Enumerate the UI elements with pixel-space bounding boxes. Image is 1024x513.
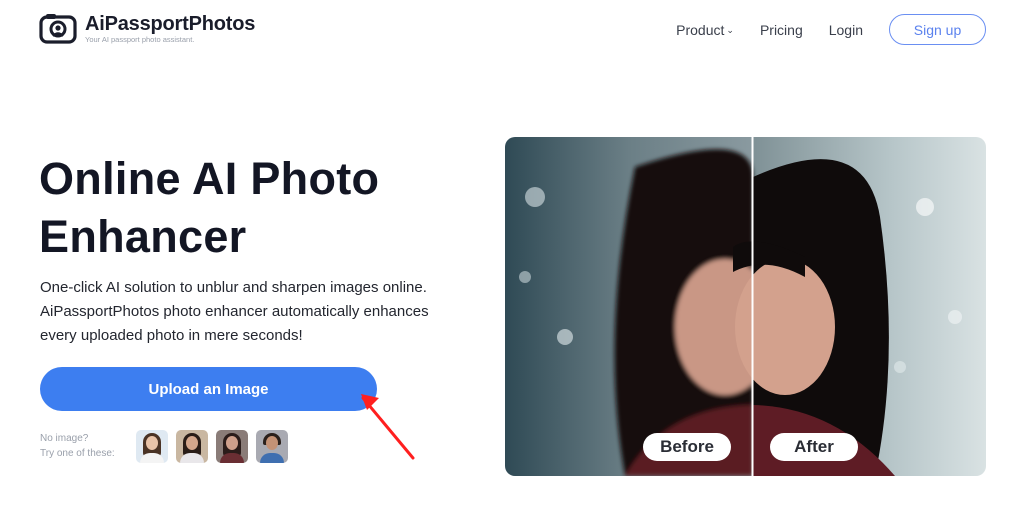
chevron-down-icon: ⌄ — [726, 24, 734, 35]
before-after-comparison[interactable]: Before After — [505, 137, 986, 476]
main-nav: Product ⌄ Pricing Login Sign up — [676, 14, 986, 45]
after-label: After — [770, 433, 858, 461]
sample-images — [136, 430, 296, 463]
sample-thumb-3[interactable] — [216, 430, 248, 463]
annotation-arrow-icon — [361, 394, 415, 460]
page-title: Online AI Photo Enhancer — [39, 150, 379, 266]
title-line-1: Online AI Photo — [39, 153, 380, 204]
samples-label-line-1: No image? — [40, 433, 89, 444]
description-line-2: AiPassportPhotos photo enhancer automati… — [40, 303, 429, 320]
logo-tagline: Your AI passport photo assistant. — [85, 34, 195, 44]
camera-icon — [39, 14, 77, 44]
sample-thumb-1[interactable] — [136, 430, 168, 463]
samples-label: No image? Try one of these: — [40, 431, 115, 461]
hero-description: One-click AI solution to unblur and shar… — [40, 276, 470, 348]
description-line-1: One-click AI solution to unblur and shar… — [40, 279, 427, 296]
samples-label-line-2: Try one of these: — [40, 448, 115, 459]
nav-pricing[interactable]: Pricing — [760, 22, 803, 38]
nav-product-label: Product — [676, 21, 725, 38]
logo-name: AiPassportPhotos — [85, 12, 256, 35]
sign-up-button[interactable]: Sign up — [889, 14, 986, 45]
before-label: Before — [643, 433, 731, 461]
nav-login[interactable]: Login — [829, 22, 863, 38]
title-line-2: Enhancer — [39, 211, 247, 262]
description-line-3: every uploaded photo in mere seconds! — [40, 327, 303, 344]
site-header: AiPassportPhotos Your AI passport photo … — [0, 0, 1024, 60]
comparison-divider[interactable] — [751, 137, 754, 476]
nav-product[interactable]: Product ⌄ — [676, 22, 734, 38]
logo[interactable]: AiPassportPhotos Your AI passport photo … — [39, 12, 255, 44]
sample-thumb-2[interactable] — [176, 430, 208, 463]
comparison-photo — [505, 137, 986, 476]
sample-thumb-4[interactable] — [256, 430, 288, 463]
upload-image-button[interactable]: Upload an Image — [40, 367, 377, 411]
